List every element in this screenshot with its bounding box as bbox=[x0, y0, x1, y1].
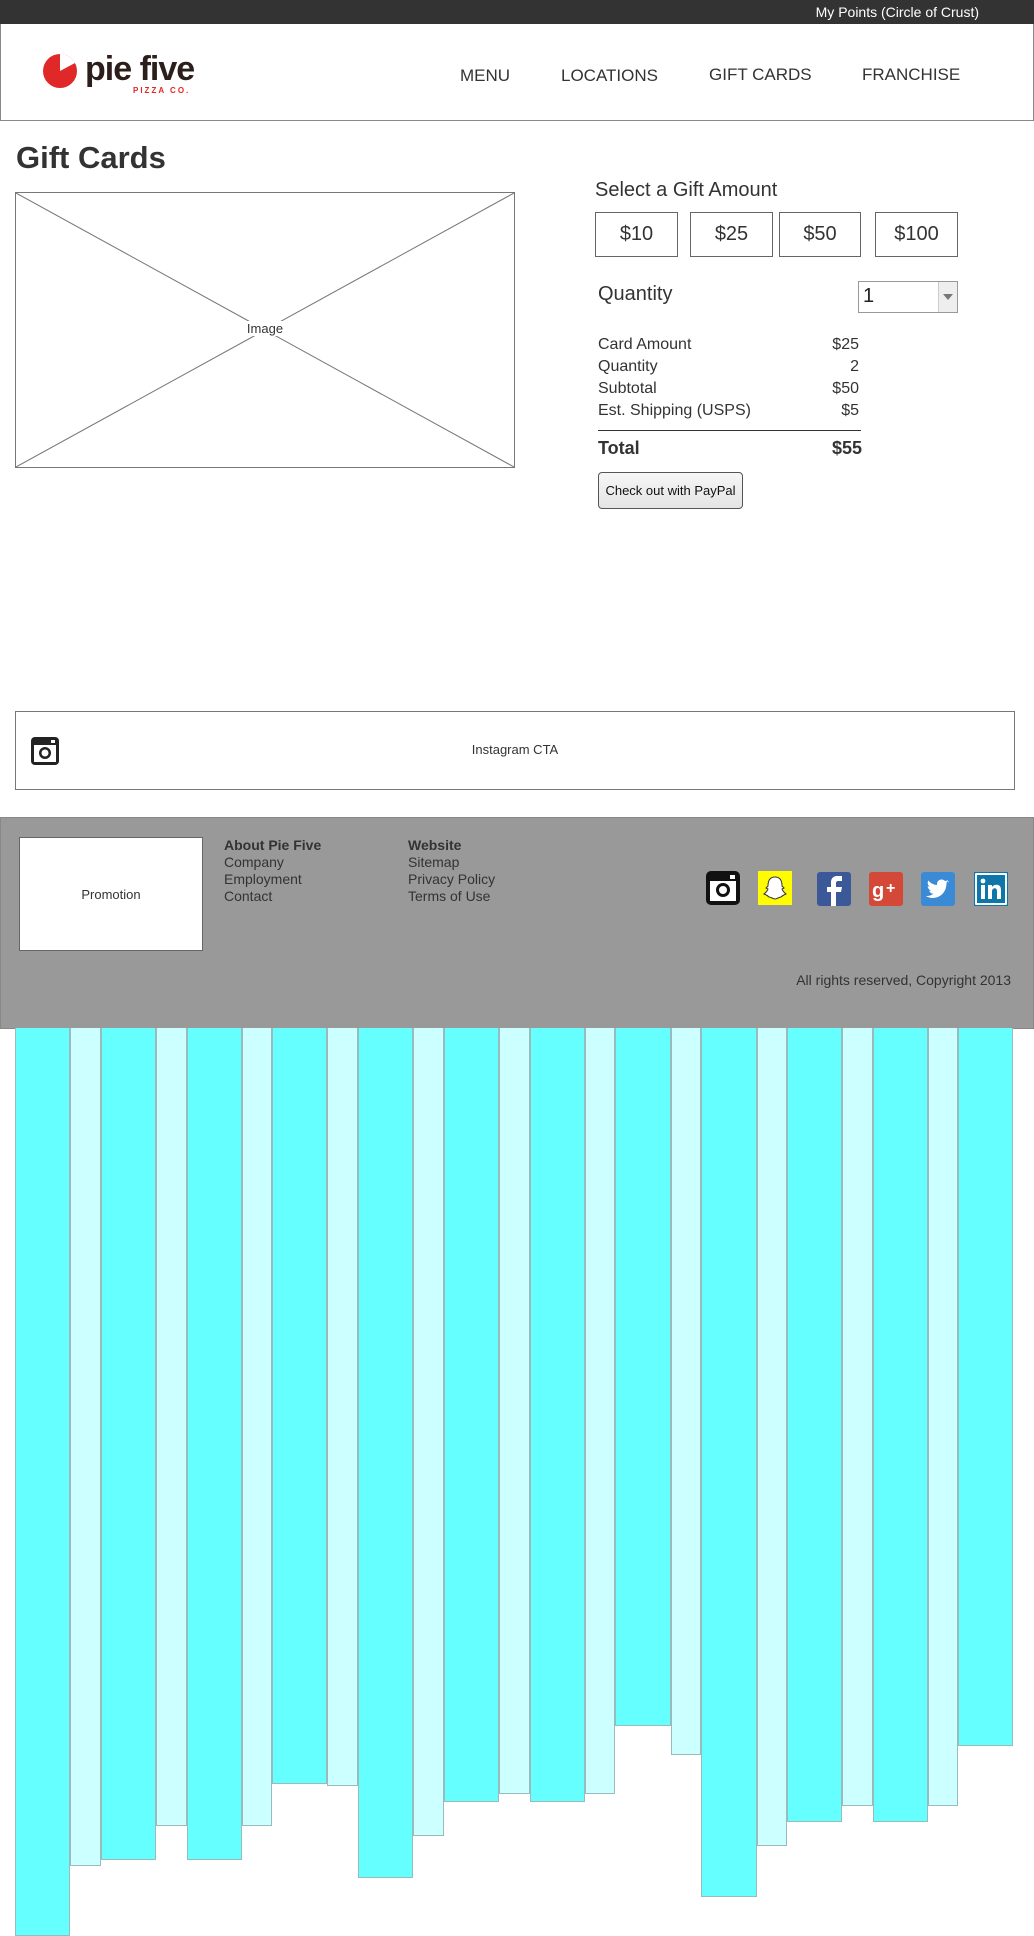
footer-website-heading: Website bbox=[408, 837, 462, 853]
decorative-column bbox=[272, 1028, 327, 1784]
image-label: Image bbox=[244, 321, 286, 336]
decorative-column bbox=[156, 1028, 187, 1826]
instagram-icon[interactable] bbox=[706, 871, 740, 905]
footer-link-terms-of-use[interactable]: Terms of Use bbox=[408, 888, 495, 905]
logo-subtitle: PIZZA CO. bbox=[133, 86, 191, 95]
pie-logo-icon bbox=[43, 54, 77, 88]
quantity-dropdown-button[interactable] bbox=[938, 282, 957, 312]
decorative-column bbox=[671, 1028, 701, 1755]
gift-card-image-placeholder: Image bbox=[15, 192, 515, 468]
amount-10-button[interactable]: $10 bbox=[595, 212, 678, 257]
decorative-column bbox=[101, 1028, 156, 1860]
chevron-down-icon bbox=[943, 294, 953, 300]
linkedin-icon[interactable] bbox=[974, 872, 1008, 906]
paypal-checkout-button[interactable]: Check out with PayPal bbox=[598, 472, 743, 509]
amount-50-button[interactable]: $50 bbox=[779, 212, 861, 257]
total-value: $55 bbox=[831, 438, 862, 458]
footer-link-contact[interactable]: Contact bbox=[224, 888, 321, 905]
quantity-select-value: 1 bbox=[863, 285, 875, 307]
decorative-column bbox=[615, 1028, 671, 1726]
site-header: pie five PIZZA CO. MENU LOCATIONS GIFT C… bbox=[0, 24, 1034, 121]
twitter-icon[interactable] bbox=[921, 872, 955, 906]
decorative-column bbox=[701, 1028, 757, 1897]
top-bar: My Points (Circle of Crust) bbox=[0, 0, 1034, 24]
quantity-select[interactable]: 1 bbox=[858, 281, 958, 313]
decorative-column bbox=[873, 1028, 928, 1822]
site-footer: Promotion About Pie Five Company Employm… bbox=[0, 817, 1034, 1029]
promotion-label: Promotion bbox=[81, 886, 141, 902]
decorative-column bbox=[242, 1028, 272, 1826]
footer-link-company[interactable]: Company bbox=[224, 854, 321, 871]
copyright-text: All rights reserved, Copyright 2013 bbox=[796, 972, 1011, 988]
decorative-column bbox=[70, 1028, 101, 1866]
page-title: Gift Cards bbox=[16, 140, 166, 175]
svg-text:g: g bbox=[872, 880, 884, 902]
nav-menu[interactable]: MENU bbox=[460, 66, 510, 86]
total-label: Total bbox=[598, 438, 640, 458]
gift-amount-heading: Select a Gift Amount bbox=[595, 179, 778, 201]
summary-shipping-label: Est. Shipping (USPS) bbox=[598, 402, 751, 419]
summary-divider bbox=[598, 430, 861, 431]
summary-subtotal-value: $50 bbox=[832, 380, 859, 397]
footer-link-employment[interactable]: Employment bbox=[224, 871, 321, 888]
quantity-label: Quantity bbox=[598, 283, 673, 305]
decorative-column bbox=[787, 1028, 842, 1822]
decorative-column bbox=[530, 1028, 585, 1802]
summary-card-amount-value: $25 bbox=[832, 336, 859, 353]
my-points-link[interactable]: My Points (Circle of Crust) bbox=[816, 4, 979, 20]
decorative-column bbox=[327, 1028, 358, 1786]
decorative-column bbox=[585, 1028, 615, 1794]
summary-shipping-value: $5 bbox=[841, 402, 859, 419]
decorative-column bbox=[15, 1028, 70, 1936]
summary-subtotal-label: Subtotal bbox=[598, 380, 657, 397]
footer-about-heading: About Pie Five bbox=[224, 837, 322, 853]
footer-website-column: Website Sitemap Privacy Policy Terms of … bbox=[408, 837, 495, 905]
instagram-cta[interactable]: Instagram CTA bbox=[15, 711, 1015, 790]
footer-link-privacy-policy[interactable]: Privacy Policy bbox=[408, 871, 495, 888]
decorative-column bbox=[444, 1028, 499, 1802]
facebook-icon[interactable] bbox=[817, 872, 851, 906]
summary-quantity-label: Quantity bbox=[598, 358, 658, 375]
snapchat-icon[interactable] bbox=[758, 871, 792, 905]
footer-about-column: About Pie Five Company Employment Contac… bbox=[224, 837, 321, 905]
decorative-column bbox=[757, 1028, 787, 1846]
decorative-column bbox=[958, 1028, 1013, 1746]
svg-text:+: + bbox=[886, 880, 895, 897]
decorative-column bbox=[842, 1028, 873, 1806]
amount-25-button[interactable]: $25 bbox=[690, 212, 773, 257]
promotion-box[interactable]: Promotion bbox=[19, 837, 203, 951]
footer-link-sitemap[interactable]: Sitemap bbox=[408, 854, 495, 871]
decorative-column bbox=[499, 1028, 530, 1794]
decorative-column bbox=[187, 1028, 242, 1860]
nav-locations[interactable]: LOCATIONS bbox=[561, 66, 658, 86]
nav-gift-cards[interactable]: GIFT CARDS bbox=[709, 65, 812, 85]
instagram-cta-label: Instagram CTA bbox=[471, 742, 559, 757]
decorative-column bbox=[358, 1028, 413, 1878]
summary-quantity-value: 2 bbox=[850, 358, 859, 375]
logo-wordmark: pie five bbox=[85, 50, 195, 88]
nav-franchise[interactable]: FRANCHISE bbox=[862, 65, 960, 85]
decorative-column bbox=[928, 1028, 958, 1806]
summary-card-amount-label: Card Amount bbox=[598, 336, 692, 353]
amount-100-button[interactable]: $100 bbox=[875, 212, 958, 257]
decorative-column bbox=[413, 1028, 444, 1836]
google-plus-icon[interactable]: g + bbox=[869, 872, 903, 906]
pie-five-logo[interactable]: pie five PIZZA CO. bbox=[41, 50, 221, 95]
